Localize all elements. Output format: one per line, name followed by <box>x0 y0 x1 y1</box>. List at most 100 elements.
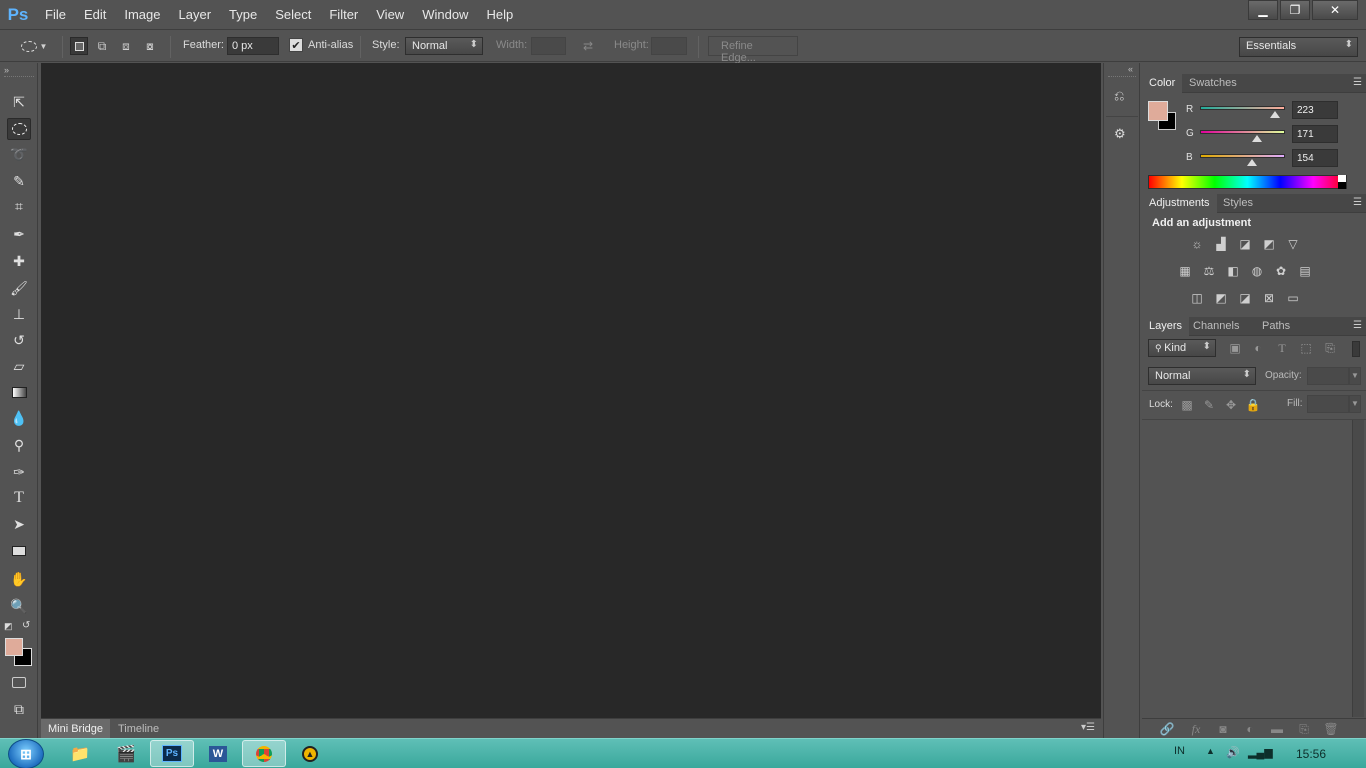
gradient-map-icon[interactable]: ▭ <box>1284 290 1302 306</box>
taskbar-clock[interactable]: 15:56 <box>1296 747 1326 761</box>
rectangle-tool[interactable] <box>7 540 31 562</box>
panel-menu-icon[interactable]: ☰ <box>1353 197 1362 208</box>
curves-icon[interactable]: ◪ <box>1236 236 1254 252</box>
selective-color-icon[interactable]: ⊠ <box>1260 290 1278 306</box>
green-slider-track[interactable] <box>1200 130 1285 134</box>
menu-help[interactable]: Help <box>477 0 522 29</box>
close-button[interactable]: ✕ <box>1312 0 1358 20</box>
layers-list[interactable] <box>1142 420 1352 717</box>
blend-mode-select[interactable]: Normal <box>1148 367 1256 385</box>
panel-menu-icon[interactable]: ☰ <box>1353 77 1362 88</box>
subtract-from-selection-button[interactable]: ⧈ <box>118 38 134 54</box>
exposure-icon[interactable]: ◩ <box>1260 236 1278 252</box>
layer-filter-kind-select[interactable]: ⚲ Kind <box>1148 339 1216 357</box>
white-swatch[interactable] <box>1338 175 1346 182</box>
pen-tool[interactable]: ✑ <box>7 461 31 483</box>
filter-adjustment-icon[interactable]: ◐ <box>1249 340 1267 356</box>
black-white-icon[interactable]: ◧ <box>1224 263 1242 279</box>
filter-type-icon[interactable]: T <box>1273 340 1291 356</box>
path-selection-tool[interactable]: ➤ <box>7 513 31 535</box>
menu-select[interactable]: Select <box>266 0 320 29</box>
zoom-tool[interactable]: 🔍 <box>7 595 31 617</box>
tab-paths[interactable]: Paths <box>1255 317 1297 336</box>
new-selection-button[interactable] <box>70 37 88 55</box>
tab-mini-bridge[interactable]: Mini Bridge <box>41 719 111 739</box>
new-adjustment-layer-icon[interactable]: ◐ <box>1241 721 1259 737</box>
taskbar-app-six[interactable]: ▲ <box>288 740 332 767</box>
hue-saturation-icon[interactable]: ▦ <box>1176 263 1194 279</box>
restore-button[interactable]: ❐ <box>1280 0 1310 20</box>
menu-file[interactable]: File <box>36 0 75 29</box>
new-layer-icon[interactable]: ⎘ <box>1295 721 1313 737</box>
move-tool[interactable]: ⇱ <box>7 91 31 113</box>
channel-mixer-icon[interactable]: ✿ <box>1272 263 1290 279</box>
type-tool[interactable]: T <box>7 487 31 509</box>
taskbar-photoshop[interactable]: Ps <box>150 740 194 767</box>
dodge-tool[interactable]: ⚲ <box>7 434 31 456</box>
taskbar-word[interactable]: W <box>196 740 240 767</box>
panel-grip[interactable] <box>4 76 34 79</box>
lock-image-pixels-icon[interactable]: ✎ <box>1200 397 1218 413</box>
tab-swatches[interactable]: Swatches <box>1182 74 1244 93</box>
blue-value-input[interactable]: 154 <box>1292 149 1338 167</box>
green-slider-thumb[interactable] <box>1252 135 1262 142</box>
add-to-selection-button[interactable]: ⧉ <box>94 38 110 54</box>
fill-dropdown-button[interactable]: ▼ <box>1349 395 1361 413</box>
tool-preset-picker[interactable]: ▼ <box>20 38 48 54</box>
panel-menu-icon[interactable]: ☰ <box>1353 320 1362 331</box>
swap-dimensions-button[interactable]: ⇄ <box>580 38 596 54</box>
clone-stamp-tool[interactable]: ⊥ <box>7 303 31 325</box>
foreground-color-swatch[interactable] <box>5 638 23 656</box>
intersect-selection-button[interactable]: ⧇ <box>142 38 158 54</box>
taskbar-chrome[interactable] <box>242 740 286 767</box>
threshold-icon[interactable]: ◪ <box>1236 290 1254 306</box>
minimize-button[interactable]: ▁ <box>1248 0 1278 20</box>
lasso-tool[interactable]: ➰ <box>7 143 31 165</box>
color-balance-icon[interactable]: ⚖ <box>1200 263 1218 279</box>
hand-tool[interactable]: ✋ <box>7 568 31 590</box>
color-lookup-icon[interactable]: ▤ <box>1296 263 1314 279</box>
photo-filter-icon[interactable]: ◍ <box>1248 263 1266 279</box>
default-colors-icon[interactable]: ◩ <box>4 621 13 632</box>
opacity-dropdown-button[interactable]: ▼ <box>1349 367 1361 385</box>
gradient-tool[interactable] <box>7 381 31 403</box>
panel-grip[interactable] <box>1108 76 1136 77</box>
show-hidden-icons[interactable]: ▲ <box>1206 746 1215 756</box>
layers-scrollbar[interactable] <box>1352 420 1364 717</box>
crop-tool[interactable]: ⌗ <box>7 195 31 217</box>
tab-layers[interactable]: Layers <box>1142 317 1190 336</box>
tab-styles[interactable]: Styles <box>1216 194 1260 213</box>
invert-icon[interactable]: ◫ <box>1188 290 1206 306</box>
filter-shape-icon[interactable]: ⬚ <box>1297 340 1315 356</box>
expand-dock-icon[interactable]: « <box>1128 64 1133 74</box>
red-value-input[interactable]: 223 <box>1292 101 1338 119</box>
red-slider-thumb[interactable] <box>1270 111 1280 118</box>
color-spectrum-bar[interactable] <box>1148 175 1347 189</box>
anti-alias-checkbox[interactable]: ✔ <box>289 38 303 52</box>
filter-smart-object-icon[interactable]: ⎘ <box>1321 340 1339 356</box>
language-indicator[interactable]: IN <box>1174 745 1185 757</box>
volume-icon[interactable]: 🔊 <box>1226 746 1240 759</box>
menu-type[interactable]: Type <box>220 0 266 29</box>
menu-layer[interactable]: Layer <box>170 0 221 29</box>
lock-position-icon[interactable]: ✥ <box>1222 397 1240 413</box>
expand-tools-icon[interactable]: » <box>4 65 9 75</box>
foreground-color-swatch[interactable] <box>1148 101 1168 121</box>
refine-edge-button[interactable]: Refine Edge... <box>708 36 798 64</box>
menu-filter[interactable]: Filter <box>320 0 367 29</box>
document-area[interactable] <box>41 63 1101 718</box>
properties-panel-button[interactable]: ⚙ <box>1114 126 1132 144</box>
eraser-tool[interactable]: ▱ <box>7 355 31 377</box>
menu-edit[interactable]: Edit <box>75 0 115 29</box>
fill-input[interactable] <box>1307 395 1349 413</box>
network-signal-icon[interactable]: ▂▄▆ <box>1248 746 1273 759</box>
black-swatch[interactable] <box>1338 182 1346 189</box>
filter-toggle[interactable] <box>1352 341 1360 357</box>
brightness-contrast-icon[interactable]: ☼ <box>1188 236 1206 252</box>
blur-tool[interactable]: 💧 <box>7 407 31 429</box>
width-input[interactable] <box>531 37 566 55</box>
menu-window[interactable]: Window <box>413 0 477 29</box>
panel-menu-icon[interactable]: ▾☰ <box>1081 722 1095 733</box>
vibrance-icon[interactable]: ▽ <box>1284 236 1302 252</box>
screen-mode-button[interactable]: ⧉ <box>7 698 31 720</box>
